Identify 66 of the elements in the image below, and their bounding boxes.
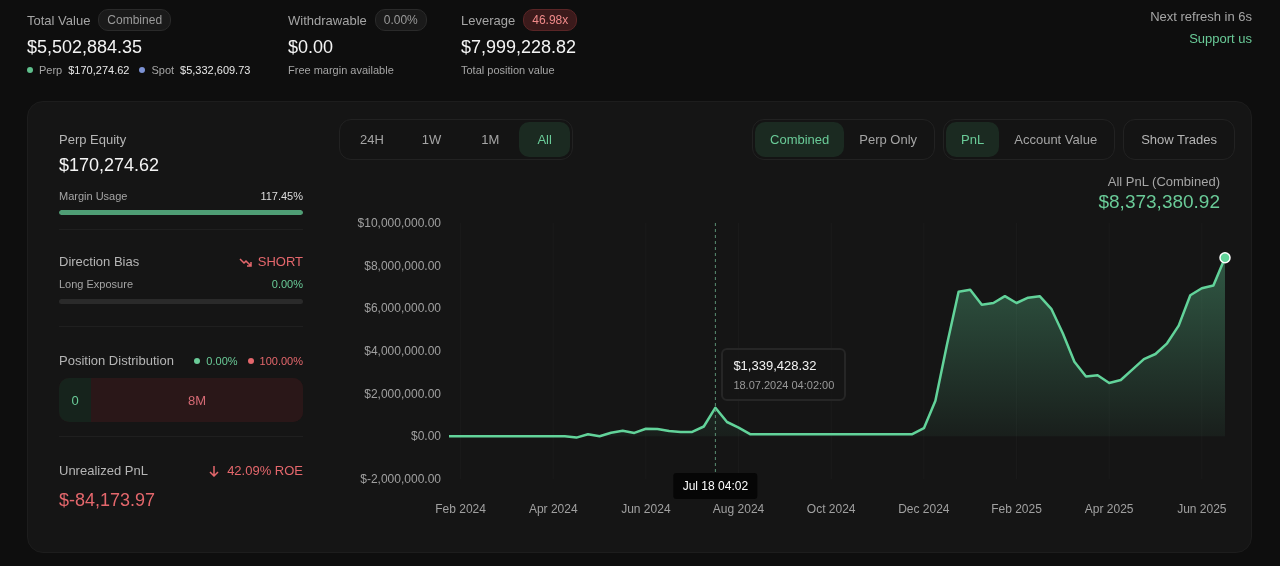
range-tab[interactable]: 24H bbox=[342, 121, 402, 157]
axis-tick-label: Aug 2024 bbox=[712, 502, 765, 516]
axis-tick-label: $10,000,000.00 bbox=[357, 216, 441, 230]
axis-tick-label: Apr 2024 bbox=[528, 502, 578, 516]
stat-label: Withdrawable bbox=[288, 12, 367, 28]
section-label: Position Distribution bbox=[59, 353, 174, 368]
range-tab[interactable]: 1M bbox=[461, 121, 520, 157]
short-dot bbox=[247, 357, 254, 364]
section-label: Perp Equity bbox=[59, 132, 128, 147]
axis-tick-label: Dec 2024 bbox=[898, 502, 950, 516]
axis-tick-label: $2,000,000.00 bbox=[364, 386, 441, 401]
stat-badge: 46.98x bbox=[523, 9, 578, 31]
legend-value: $170,274.62 bbox=[68, 64, 130, 76]
unrealized-pnl-value: $-84,173.97 bbox=[59, 490, 157, 511]
chart-title: All PnL (Combined) bbox=[1107, 174, 1220, 189]
axis-tick-label: Oct 2024 bbox=[806, 502, 856, 516]
legend-value: $5,332,609.73 bbox=[180, 64, 251, 76]
short-share: 100.00% bbox=[259, 354, 303, 367]
stat-caption: Free margin available bbox=[288, 64, 395, 76]
axis-tick-label: $4,000,000.00 bbox=[364, 344, 441, 358]
stat-value: $5,502,884.35 bbox=[27, 37, 144, 58]
legend-label: Spot bbox=[151, 64, 175, 76]
axis-tick-label: Jun 2025 bbox=[1177, 502, 1227, 516]
bias-text: SHORT bbox=[257, 254, 303, 269]
end-point-marker bbox=[1219, 252, 1231, 264]
equity-value: $170,274.62 bbox=[59, 155, 161, 176]
show-trades-button[interactable]: Show Trades bbox=[1123, 118, 1235, 160]
tooltip-value: $1,339,428.32 bbox=[733, 358, 818, 373]
axis-tick-label: Jun 2024 bbox=[621, 502, 671, 516]
legend-label: Perp bbox=[39, 64, 63, 76]
axis-tick-label: Feb 2025 bbox=[991, 502, 1042, 516]
metric-tab[interactable]: PnL bbox=[946, 121, 1000, 157]
stat-value: $0.00 bbox=[288, 37, 335, 58]
stat-label: Leverage bbox=[461, 12, 516, 28]
axis-tick-label: $-2,000,000.00 bbox=[360, 472, 441, 486]
stat-badge: 0.00% bbox=[374, 9, 427, 31]
short-amount: 8M bbox=[187, 392, 207, 408]
range-tab[interactable]: All bbox=[519, 121, 570, 157]
tooltip-time: 18.07.2024 04:02:00 bbox=[733, 379, 835, 391]
stat-label: Total Value bbox=[27, 12, 91, 28]
section-label: Direction Bias bbox=[59, 254, 140, 269]
axis-tooltip: Jul 18 04:02 bbox=[673, 473, 758, 499]
stat-badge: Combined bbox=[98, 9, 172, 31]
meter-reading: 117.45% bbox=[260, 190, 303, 202]
axis-tick-label: Apr 2025 bbox=[1084, 502, 1134, 516]
metric-tab[interactable]: Account Value bbox=[999, 121, 1113, 157]
stat-value: $7,999,228.82 bbox=[461, 37, 578, 58]
long-share: 0.00% bbox=[206, 354, 238, 367]
section-label: Unrealized PnL bbox=[59, 463, 148, 478]
meter-reading: 0.00% bbox=[271, 278, 303, 290]
long-amount: 0 bbox=[71, 392, 79, 408]
roe-text: 42.09% ROE bbox=[227, 463, 303, 478]
total-pnl-value: $8,373,380.92 bbox=[1098, 191, 1220, 213]
range-tab[interactable]: 1W bbox=[401, 121, 462, 157]
meter-label: Long Exposure bbox=[59, 278, 133, 290]
scope-tab[interactable]: Combined bbox=[755, 121, 845, 157]
meter-label: Margin Usage bbox=[59, 190, 128, 202]
axis-tick-label: $6,000,000.00 bbox=[364, 301, 441, 316]
refresh-status: Next refresh in 6s bbox=[1150, 9, 1252, 24]
axis-tick-label: Feb 2024 bbox=[435, 502, 486, 516]
axis-tick-label: $0.00 bbox=[410, 429, 441, 444]
axis-tick-label: $8,000,000.00 bbox=[364, 258, 441, 273]
long-dot bbox=[194, 357, 201, 364]
scope-tab[interactable]: Perp Only bbox=[844, 121, 933, 157]
stat-caption: Total position value bbox=[461, 64, 556, 76]
support-link[interactable]: Support us bbox=[1189, 31, 1252, 46]
